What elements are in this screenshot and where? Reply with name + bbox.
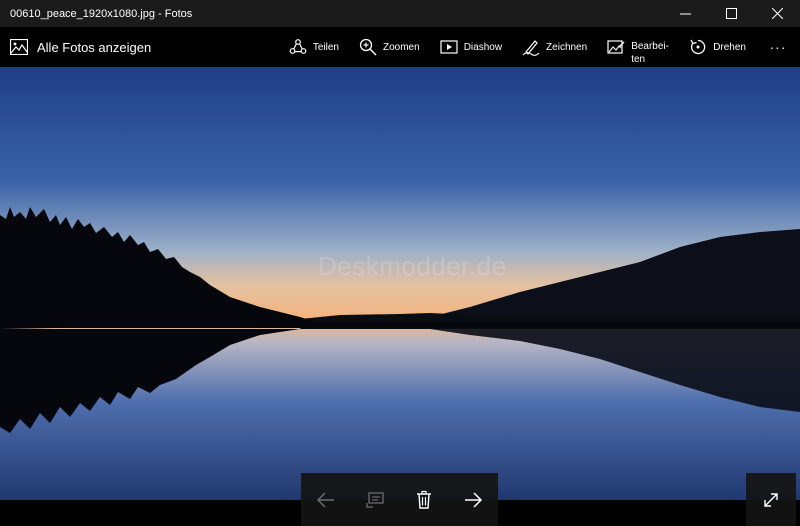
compare-button[interactable] [357,482,393,518]
title-bar: 00610_peace_1920x1080.jpg - Fotos [0,0,800,27]
trash-icon [417,490,432,509]
slideshow-button[interactable]: Diashow [440,27,502,67]
rotate-button[interactable]: Drehen [689,27,746,67]
all-photos-label: Alle Fotos anzeigen [37,39,152,55]
fullscreen-icon [764,492,778,507]
next-photo-button[interactable] [455,482,491,518]
rotate-icon [690,39,706,55]
rotate-label: Drehen [713,41,746,53]
delete-button[interactable] [406,482,442,518]
zoom-label: Zoomen [383,41,420,53]
share-button[interactable]: Teilen [289,27,339,67]
maximize-icon [725,8,737,19]
zoom-button[interactable]: Zoomen [359,27,420,67]
all-photos-button[interactable]: Alle Fotos anzeigen [0,27,151,67]
share-icon [289,39,307,54]
previous-photo-button[interactable] [308,482,344,518]
photo-viewer[interactable]: Deskmodder.de [0,67,800,500]
more-options-button[interactable]: ··· [766,39,790,55]
landscape-photo [0,67,800,500]
watermark: Deskmodder.de [318,251,507,281]
close-button[interactable] [754,0,800,27]
arrow-left-icon [316,491,334,508]
close-icon [771,8,783,19]
maximize-button[interactable] [708,0,754,27]
draw-button[interactable]: Zeichnen [522,27,587,67]
navigation-overlay [301,473,498,526]
edit-button[interactable]: Bearbei- ten [607,27,669,67]
minimize-icon [679,13,691,15]
command-bar: Alle Fotos anzeigen Teilen Zoomen Diasho… [0,27,800,67]
slideshow-icon [440,40,458,54]
edit-icon [607,40,625,54]
share-label: Teilen [312,41,339,53]
slideshow-label: Diashow [463,41,503,53]
arrow-right-icon [465,491,483,508]
compare-icon [366,491,384,508]
edit-label: Bearbei- ten [631,41,669,65]
draw-icon [522,40,540,56]
photo-gallery-icon [10,39,28,55]
fullscreen-button[interactable] [746,473,796,526]
zoom-icon [359,38,377,56]
minimize-button[interactable] [662,0,708,27]
window-title: 00610_peace_1920x1080.jpg - Fotos [10,7,193,20]
more-icon: ··· [769,39,787,55]
draw-label: Zeichnen [546,41,588,53]
